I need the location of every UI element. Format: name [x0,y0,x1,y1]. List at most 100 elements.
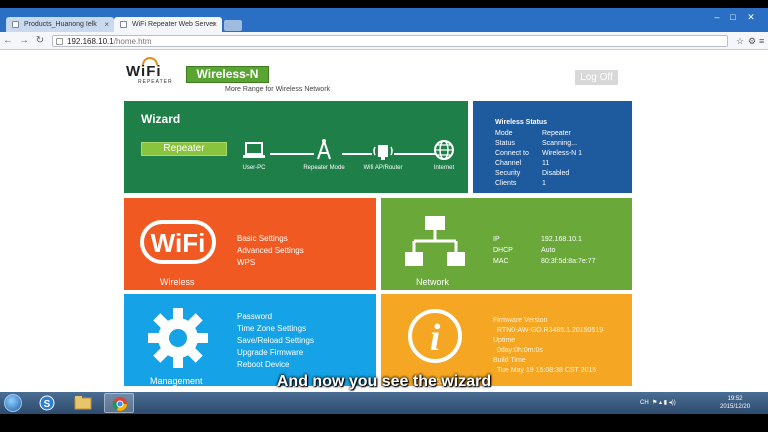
status-key: Status [495,140,515,147]
folder-icon [74,396,92,410]
url-field[interactable]: 192.168.10.1/home.htm [52,35,728,47]
network-value: Auto [541,247,556,254]
status-key: Channel [495,160,522,167]
status-key: Mode [495,130,513,137]
status-value: 1 [542,180,546,187]
status-row: Connect to Wireless-N 1 [495,150,582,160]
system-clock[interactable]: 19:52 2015/12/20 [720,395,750,411]
repeater-button[interactable]: Repeater [141,142,227,156]
url-path: /home.htm [113,37,152,46]
browser-tab-bar: Products_Huanong Ielk × WiFi Repeater We… [0,8,768,32]
management-menu: Password Time Zone Settings Save/Reload … [237,312,314,372]
status-key: Connect to [495,150,529,157]
page-info-icon [56,38,63,45]
wifi-repeater-logo: WiFi REPEATER [126,57,172,85]
forward-icon[interactable]: → [18,35,30,47]
wireless-label: Wireless [160,277,195,287]
menu-icon[interactable]: ≡ [759,36,764,46]
tab-label: WiFi Repeater Web Server [132,21,216,28]
chrome-icon [112,397,127,411]
wireless-menu: Basic Settings Advanced Settings WPS [237,234,304,270]
tab-products[interactable]: Products_Huanong Ielk × [6,17,114,32]
wizard-tile[interactable]: Wizard Repeater User-PC Repeater Mode Wi… [124,101,468,193]
svg-text:S: S [44,399,51,410]
wps-link[interactable]: WPS [237,258,304,270]
node-label: User-PC [242,165,266,171]
status-value: 11 [542,160,550,167]
laptop-icon [243,142,265,158]
basic-settings-link[interactable]: Basic Settings [237,234,304,246]
network-row: IP 192.168.10.1 [493,236,596,247]
maximize-icon[interactable]: □ [726,12,740,22]
network-topology-icon [405,216,465,266]
firmware-version-value: RTN0-AW-GO.R3485.1.20150519 [497,327,604,334]
status-value: Disabled [542,170,570,177]
save-reload-settings-link[interactable]: Save/Reload Settings [237,336,314,348]
system-tray[interactable]: CH ⚑ ▴ ▮ ◂)) [640,399,676,406]
screen: Products_Huanong Ielk × WiFi Repeater We… [0,8,768,414]
network-row: DHCP Auto [493,247,596,258]
start-button[interactable] [4,394,22,412]
globe-icon [434,140,454,160]
logo-subtext: REPEATER [138,79,173,85]
close-window-icon[interactable]: ✕ [744,12,758,23]
wifi-badge-icon: WiFi [140,220,216,264]
network-info: IP 192.168.10.1 DHCP Auto MAC 80:3f:5d:8a:7… [493,236,596,269]
node-label: Repeater Mode [303,165,345,171]
network-key: MAC [493,258,509,265]
wireless-status-title: Wireless Status [495,119,548,126]
tab-wifi-repeater[interactable]: WiFi Repeater Web Server × [114,17,222,32]
node-label: Internet [433,165,455,171]
status-key: Security [495,170,521,177]
sogou-icon: S [39,395,55,411]
reload-icon[interactable]: ↻ [34,35,46,47]
network-value: 80:3f:5d:8a:7e:77 [541,258,596,265]
firmware-info: Firmware Version RTN0-AW-GO.R3485.1.2015… [493,317,603,377]
taskbar-app-sogou[interactable]: S [32,393,62,413]
network-tile[interactable]: Network IP 192.168.10.1 DHCP Auto MAC 80:3f… [381,198,632,290]
wireless-status-tile: Wireless Status Mode Repeater Status Scann… [473,101,632,193]
page-icon [120,21,127,28]
status-key: Clients [495,180,517,187]
new-tab-button[interactable] [224,20,242,31]
repeater-mode-node: Repeater Mode [294,137,354,171]
node-label: Wifi AP/Router [363,165,403,171]
time-zone-settings-link[interactable]: Time Zone Settings [237,324,314,336]
clock-date: 2015/12/20 [720,404,751,410]
password-link[interactable]: Password [237,312,314,324]
language-indicator[interactable]: CH [640,400,649,406]
page-icon [12,21,19,28]
firmware-version-label: Firmware Version [493,317,548,324]
status-value: Wireless-N 1 [542,150,583,157]
user-pc-node: User-PC [236,141,272,171]
back-icon[interactable]: ← [2,35,14,47]
status-value: Repeater [542,130,571,137]
status-row: Clients 1 [495,180,582,190]
close-tab-icon[interactable]: × [104,17,109,32]
minimize-icon[interactable]: – [710,12,724,22]
wifi-badge-text: WiFi [151,228,206,258]
clock-time: 19:52 [727,396,743,402]
settings-wrench-icon[interactable]: ⚙ [748,36,756,47]
status-row: Mode Repeater [495,130,582,140]
taskbar-app-chrome[interactable] [104,393,134,413]
status-row: Status Scanning... [495,140,582,150]
wireless-tile[interactable]: WiFi Wireless Basic Settings Advanced Se… [124,198,376,290]
advanced-settings-link[interactable]: Advanced Settings [237,246,304,258]
logo-text: WiFi [126,63,162,80]
log-off-button[interactable]: Log Off [575,70,618,85]
reboot-device-link[interactable]: Reboot Device [237,360,314,372]
internet-node: Internet [424,139,464,171]
wizard-title: Wizard [141,112,181,126]
close-tab-icon[interactable]: × [212,17,217,32]
upgrade-firmware-link[interactable]: Upgrade Firmware [237,348,314,360]
tray-icons: ⚑ ▴ ▮ ◂)) [650,400,676,406]
taskbar-app-explorer[interactable] [68,393,98,413]
wireless-status-table: Mode Repeater Status Scanning... Connect t… [495,130,582,190]
gear-icon [148,308,208,368]
tab-label: Products_Huanong Ielk [24,21,97,28]
status-value: Scanning... [542,140,578,147]
bookmark-star-icon[interactable]: ☆ [736,36,744,47]
uptime-value: 0day:0h:0m:0s [497,347,543,354]
info-icon: i [408,309,462,363]
